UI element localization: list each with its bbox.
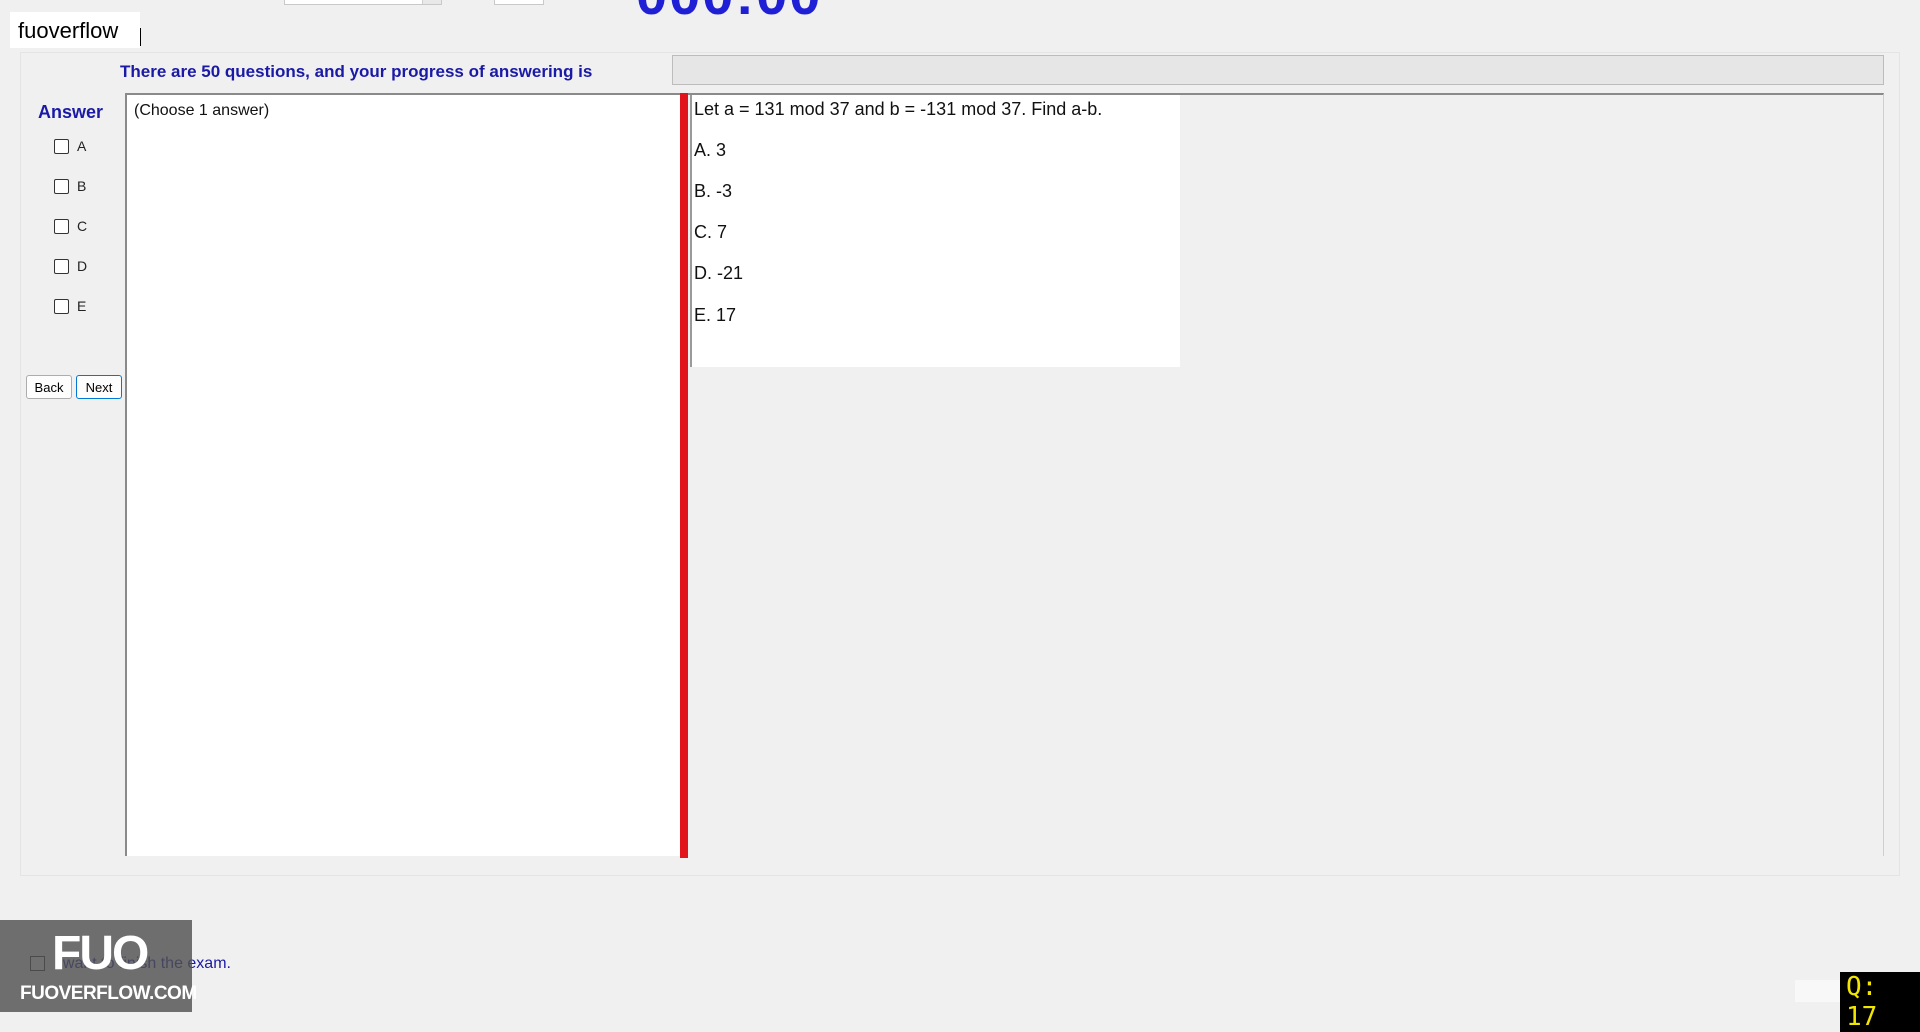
checkbox[interactable] — [54, 218, 69, 234]
question-counter: Q: 17 — [1840, 972, 1920, 1032]
back-button[interactable]: Back — [26, 375, 72, 399]
answer-title: Answer — [38, 102, 104, 122]
checkbox[interactable] — [54, 178, 69, 194]
checkbox[interactable] — [54, 138, 69, 154]
option-label: E — [77, 298, 87, 314]
question-option-a: A. 3 — [694, 140, 727, 160]
watermark-logo-mark: FUO — [52, 927, 149, 980]
question-text: Let a = 131 mod 37 and b = -131 mod 37. … — [694, 99, 1103, 119]
watermark-logo: FUO FUOVERFLOW.COM — [0, 920, 197, 1012]
chevron-down-icon[interactable] — [422, 0, 441, 4]
font-size-field[interactable] — [494, 0, 544, 5]
brand-text: fuoverflow — [18, 18, 119, 43]
question-option-e: E. 17 — [694, 305, 737, 325]
answer-option-c[interactable]: C — [54, 218, 87, 234]
answer-option-a[interactable]: A — [54, 138, 86, 154]
question-option-c: C. 7 — [694, 222, 728, 242]
option-label: C — [77, 218, 88, 234]
text-cursor — [140, 28, 141, 46]
progress-label: There are 50 questions, and your progres… — [120, 62, 593, 81]
next-button[interactable]: Next — [76, 375, 122, 399]
timer-display: 000:00 — [636, 0, 822, 27]
answer-option-d[interactable]: D — [54, 258, 87, 274]
panel-splitter[interactable] — [680, 93, 688, 858]
watermark-site: FUOVERFLOW.COM — [20, 983, 197, 1004]
checkbox[interactable] — [54, 258, 69, 274]
answer-option-b[interactable]: B — [54, 178, 86, 194]
counter-backdrop — [1795, 980, 1843, 1002]
option-label: B — [77, 178, 87, 194]
answer-option-e[interactable]: E — [54, 298, 86, 314]
progress-bar — [672, 55, 1884, 85]
exam-code-dropdown[interactable] — [284, 0, 442, 5]
option-label: A — [77, 138, 87, 154]
question-option-d: D. -21 — [694, 263, 744, 283]
checkbox[interactable] — [54, 298, 69, 314]
question-option-b: B. -3 — [694, 181, 733, 201]
answer-area[interactable] — [125, 93, 681, 856]
choose-instruction: (Choose 1 answer) — [134, 102, 270, 119]
option-label: D — [77, 258, 88, 274]
question-box — [690, 95, 1180, 367]
